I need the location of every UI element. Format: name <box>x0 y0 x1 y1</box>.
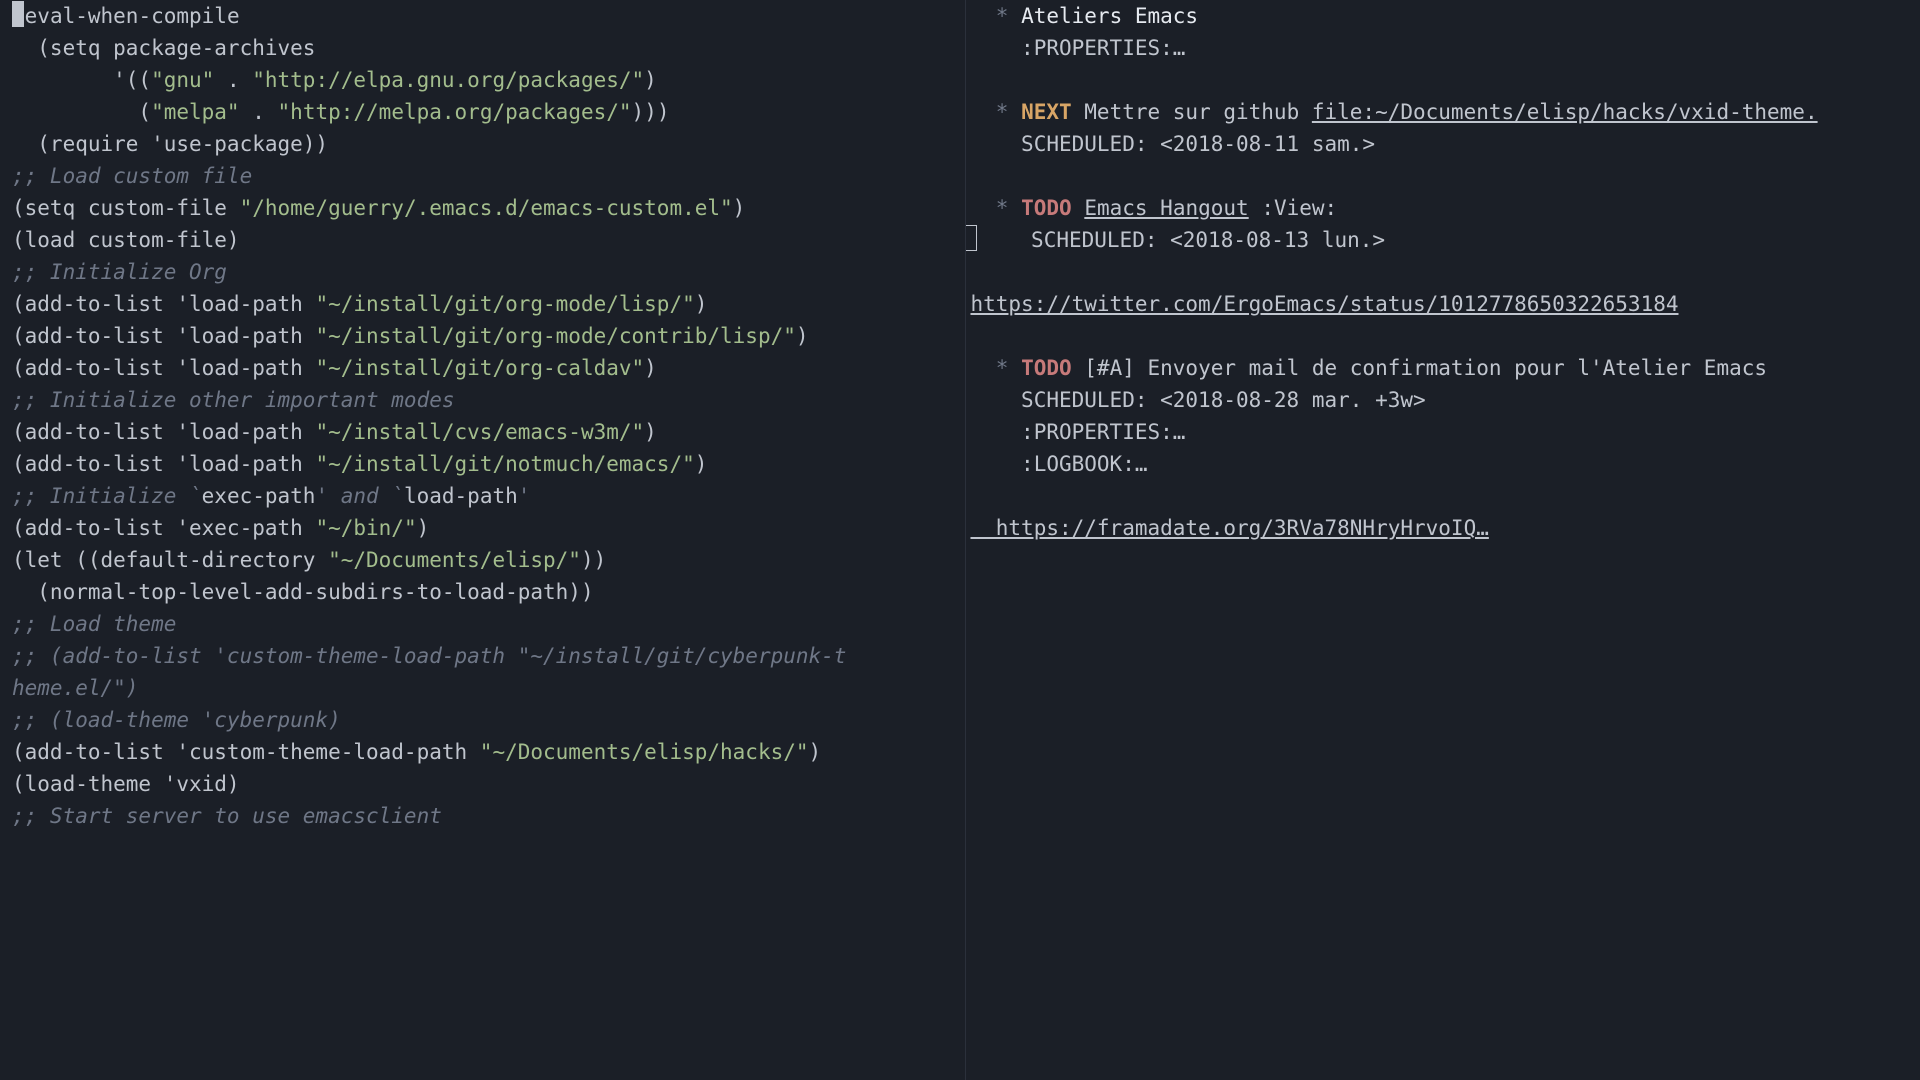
org-scheduled: SCHEDULED: <2018-08-11 sam.> <box>970 128 1920 160</box>
code-line: (add-to-list 'exec-path "~/bin/") <box>12 512 965 544</box>
org-link[interactable]: Emacs Hangout <box>1084 196 1248 220</box>
code-line: ("melpa" . "http://melpa.org/packages/")… <box>12 96 965 128</box>
left-buffer-elisp[interactable]: (eval-when-compile (setq package-archive… <box>0 0 966 1080</box>
right-buffer-org[interactable]: * Ateliers Emacs :PROPERTIES:… * NEXT Me… <box>966 0 1920 1080</box>
code-line: (add-to-list 'load-path "~/install/git/o… <box>12 352 965 384</box>
emacs-frame: (eval-when-compile (setq package-archive… <box>0 0 1920 1080</box>
org-url[interactable]: https://framadate.org/3RVa78NHryHrvoIQ… <box>970 512 1920 544</box>
blank-line <box>970 480 1920 512</box>
org-scheduled: SCHEDULED: <2018-08-13 lun.> <box>970 224 1920 256</box>
code-comment: ;; Load theme <box>12 608 965 640</box>
org-keyword-next: NEXT <box>1021 100 1072 124</box>
org-heading[interactable]: * Ateliers Emacs <box>970 0 1920 32</box>
code-line: (add-to-list 'custom-theme-load-path "~/… <box>12 736 965 768</box>
code-comment: ;; Initialize other important modes <box>12 384 965 416</box>
code-comment: ;; (add-to-list 'custom-theme-load-path … <box>12 640 965 672</box>
org-drawer-properties[interactable]: :PROPERTIES:… <box>970 416 1920 448</box>
code-line: (add-to-list 'load-path "~/install/git/n… <box>12 448 965 480</box>
code-line: (eval-when-compile <box>12 0 965 32</box>
code-line: (load-theme 'vxid) <box>12 768 965 800</box>
org-priority: [#A] <box>1072 356 1148 380</box>
blank-line <box>970 256 1920 288</box>
code-comment: ;; Start server to use emacsclient <box>12 800 965 832</box>
code-line: (add-to-list 'load-path "~/install/git/o… <box>12 288 965 320</box>
cursor-right <box>966 225 977 251</box>
code-comment: ;; Load custom file <box>12 160 965 192</box>
code-line: (let ((default-directory "~/Documents/el… <box>12 544 965 576</box>
code-line: (setq custom-file "/home/guerry/.emacs.d… <box>12 192 965 224</box>
code-comment: heme.el/") <box>12 672 965 704</box>
code-comment: ;; Initialize Org <box>12 256 965 288</box>
org-heading[interactable]: * TODO [#A] Envoyer mail de confirmation… <box>970 352 1920 384</box>
code-line: (add-to-list 'load-path "~/install/git/o… <box>12 320 965 352</box>
code-line: '(("gnu" . "http://elpa.gnu.org/packages… <box>12 64 965 96</box>
blank-line <box>970 64 1920 96</box>
code-line: (require 'use-package)) <box>12 128 965 160</box>
code-comment: ;; (load-theme 'cyberpunk) <box>12 704 965 736</box>
code-line: (setq package-archives <box>12 32 965 64</box>
org-drawer-logbook[interactable]: :LOGBOOK:… <box>970 448 1920 480</box>
code-line: (add-to-list 'load-path "~/install/cvs/e… <box>12 416 965 448</box>
org-link[interactable]: file:~/Documents/elisp/hacks/vxid-theme. <box>1312 100 1818 124</box>
blank-line <box>970 160 1920 192</box>
org-url[interactable]: https://twitter.com/ErgoEmacs/status/101… <box>970 288 1920 320</box>
org-heading[interactable]: * TODO Emacs Hangout :View: <box>970 192 1920 224</box>
blank-line <box>970 320 1920 352</box>
org-tag: :View: <box>1249 196 1338 220</box>
org-keyword-todo: TODO <box>1021 356 1072 380</box>
org-drawer-properties[interactable]: :PROPERTIES:… <box>970 32 1920 64</box>
code-comment: ;; Initialize `exec-path' and `load-path… <box>12 480 965 512</box>
code-line: (load custom-file) <box>12 224 965 256</box>
org-keyword-todo: TODO <box>1021 196 1072 220</box>
org-heading[interactable]: * NEXT Mettre sur github file:~/Document… <box>970 96 1920 128</box>
code-line: (normal-top-level-add-subdirs-to-load-pa… <box>12 576 965 608</box>
org-scheduled: SCHEDULED: <2018-08-28 mar. +3w> <box>970 384 1920 416</box>
